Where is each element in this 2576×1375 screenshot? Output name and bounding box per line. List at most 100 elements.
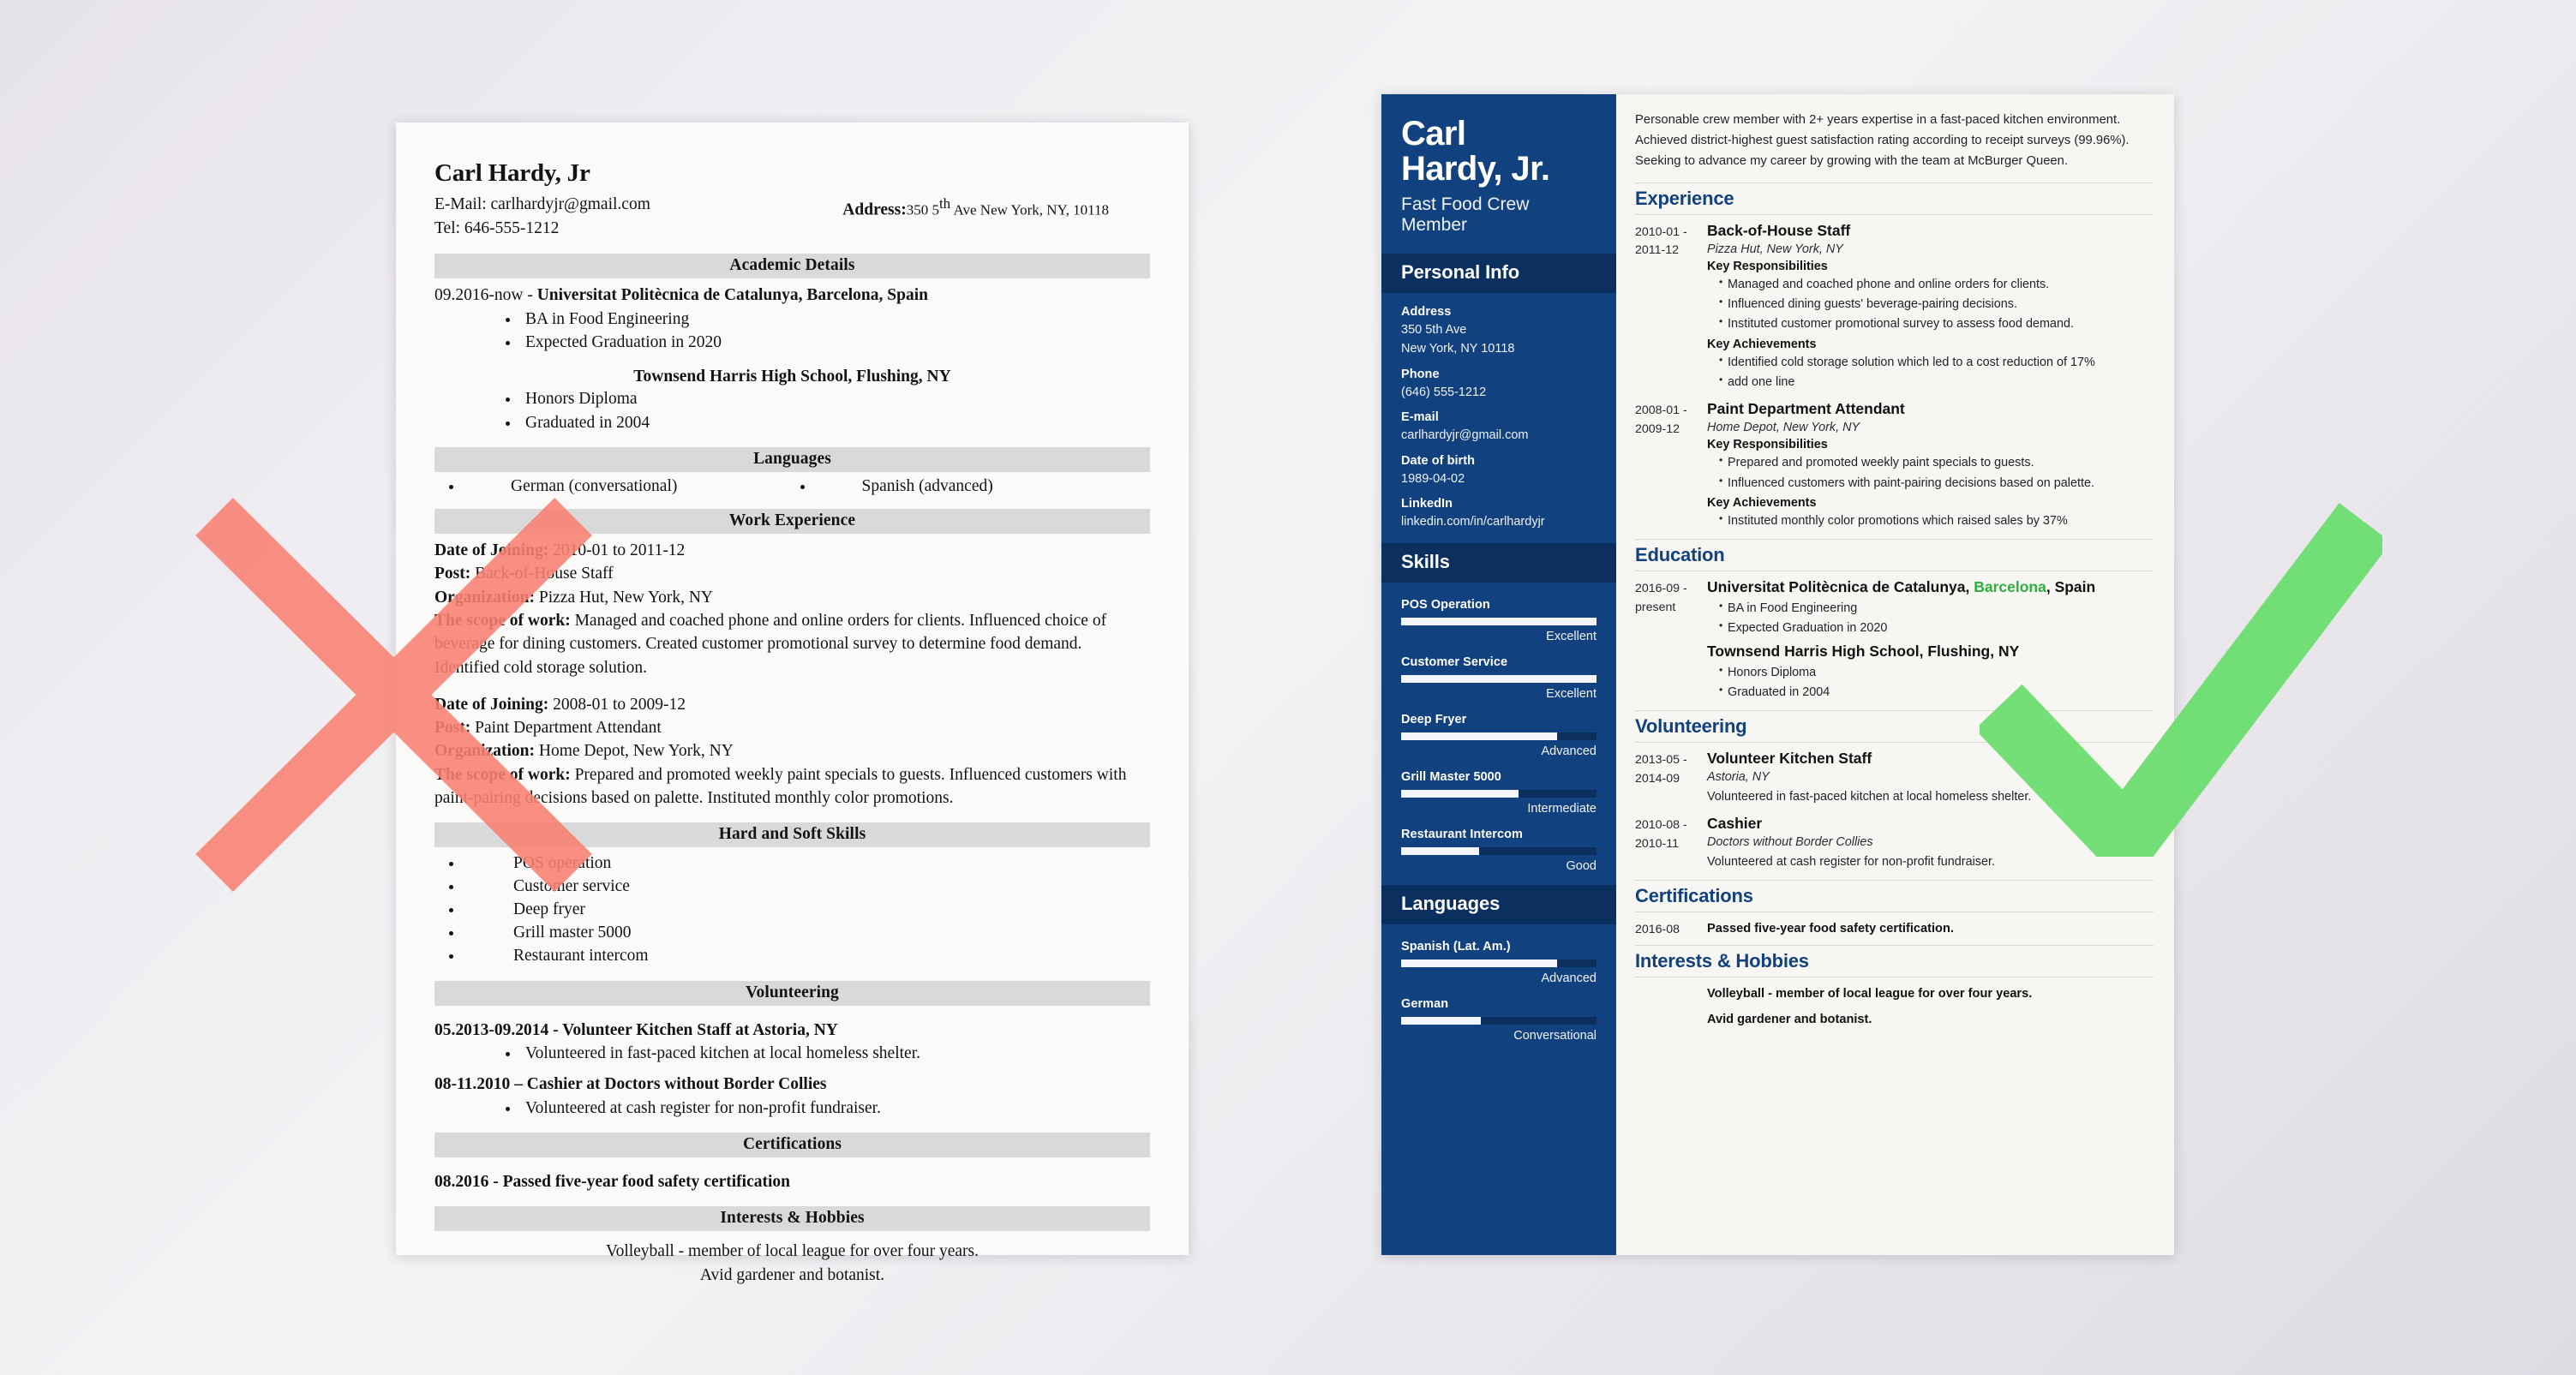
skill-item-pos-operation: POS Operation Excellent: [1401, 598, 1597, 643]
list-item: Instituted customer promotional survey t…: [1719, 314, 2154, 334]
bad-section-languages: Languages: [434, 447, 1150, 473]
date-line-1: 2010-08 -: [1635, 818, 1687, 833]
bad-academic-entry1-head: 09.2016-now - Universitat Politècnica de…: [434, 284, 1150, 307]
skill-progress-fill: [1401, 846, 1480, 855]
bad-academic-entry1-school: Universitat Politècnica de Catalunya, Ba…: [536, 285, 928, 304]
bad-work2-post-value: Paint Department Attendant: [470, 719, 662, 738]
bad-section-academic-details: Academic Details: [434, 253, 1150, 278]
bad-section-interests: Interests & Hobbies: [434, 1206, 1150, 1232]
sidebar-field-label-dob: Date of birth: [1401, 453, 1476, 468]
education-title-pre: Universitat Politècnica de Catalunya,: [1707, 578, 1974, 596]
language-progress-track: [1401, 959, 1597, 967]
bad-languages-list: German (conversational) Spanish (advance…: [434, 477, 1150, 496]
list-item: Graduated in 2004: [1719, 682, 2154, 702]
sidebar-personal-info-body: Address 350 5th Ave New York, NY 10118 P…: [1381, 293, 1616, 542]
sidebar-field-value-phone: (646) 555-1212: [1401, 385, 1487, 399]
date-line-2: 2011-12: [1635, 243, 1680, 258]
experience-entry-2: 2008-01 - 2009-12 Paint Department Atten…: [1635, 400, 2154, 531]
date-line-1: 2013-05 -: [1635, 753, 1687, 768]
date-line-2: 2010-11: [1635, 836, 1680, 851]
skill-name: POS Operation: [1401, 597, 1490, 612]
sidebar-field-value-linkedin[interactable]: linkedin.com/in/carlhardyjr: [1401, 513, 1597, 531]
education-title-1: Universitat Politècnica de Catalunya, Ba…: [1707, 578, 2154, 597]
list-item: Customer service: [464, 876, 1150, 899]
sidebar-field-label-linkedin: LinkedIn: [1401, 497, 1453, 511]
bad-section-certifications: Certifications: [434, 1132, 1150, 1157]
date-line-2: 2014-09: [1635, 771, 1680, 786]
experience-content-1: Back-of-House Staff Pizza Hut, New York,…: [1707, 222, 2154, 393]
bad-work2-date-label: Date of Joining:: [434, 695, 549, 714]
good-section-certifications: Certifications: [1635, 880, 2154, 913]
volunteering-entry-2: 2010-08 - 2010-11 Cashier Doctors withou…: [1635, 815, 2154, 872]
sidebar-heading-personal-info: Personal Info: [1381, 254, 1616, 294]
skill-progress-track: [1401, 846, 1597, 855]
interests-content: Volleyball - member of local league for …: [1707, 984, 2154, 1037]
bad-volunteering-2-head-text: 08-11.2010 – Cashier at Doctors without …: [434, 1075, 827, 1094]
bad-resume-document: Carl Hardy, Jr E-Mail: carlhardyjr@gmail…: [396, 123, 1189, 1284]
bad-academic-entry2-school: Townsend Harris High School, Flushing, N…: [633, 368, 951, 386]
list-item: BA in Food Engineering: [520, 308, 1150, 331]
bad-work2-scope-label: The scope of work:: [434, 765, 571, 784]
experience-content-2: Paint Department Attendant Home Depot, N…: [1707, 400, 2154, 531]
volunteering-org-2: Doctors without Border Collies: [1707, 835, 1873, 850]
language-item-spanish: Spanish (Lat. Am.) Advanced: [1401, 940, 1597, 985]
sidebar-languages-body: Spanish (Lat. Am.) Advanced German Conve…: [1381, 924, 1616, 1055]
education-content-2: Townsend Harris High School, Flushing, N…: [1707, 643, 2154, 703]
skill-progress-fill: [1401, 732, 1558, 740]
volunteering-note-2: Volunteered at cash register for non-pro…: [1707, 855, 1995, 870]
good-resume-role-line2: Member: [1401, 214, 1468, 235]
experience-achievements-heading-2: Key Achievements: [1707, 495, 1817, 510]
experience-achievements-heading-1: Key Achievements: [1707, 337, 1817, 351]
list-item: Deep fryer: [464, 899, 1150, 922]
bad-interests-block: Volleyball - member of local league for …: [434, 1240, 1150, 1287]
list-item: Honors Diploma: [1719, 662, 2154, 683]
sidebar-heading-skills: Skills: [1381, 542, 1616, 583]
bad-language-col-1: German (conversational): [434, 477, 800, 496]
volunteering-date-1: 2013-05 - 2014-09: [1635, 750, 1707, 807]
bad-resume-contact-left: E-Mail: carlhardyjr@gmail.com Tel: 646-5…: [434, 193, 650, 240]
experience-title-2: Paint Department Attendant: [1707, 400, 1905, 418]
good-resume-name-line1: Carl: [1401, 115, 1466, 152]
list-item: Prepared and promoted weekly paint speci…: [1719, 452, 2154, 473]
skill-name: Grill Master 5000: [1401, 769, 1501, 784]
list-item: Graduated in 2004: [520, 411, 1150, 434]
good-resume-name-block: Carl Hardy, Jr. Fast Food Crew Member: [1381, 94, 1616, 254]
experience-achievements-1: Identified cold storage solution which l…: [1707, 352, 2154, 393]
education-date-2: [1635, 643, 1707, 703]
volunteering-content-2: Cashier Doctors without Border Collies V…: [1707, 815, 2154, 872]
sidebar-skills-body: POS Operation Excellent Customer Service…: [1381, 583, 1616, 885]
education-title-highlight: Barcelona: [1974, 578, 2046, 596]
bad-resume-tel: Tel: 646-555-1212: [434, 218, 560, 237]
bad-interest-1: Volleyball - member of local league for …: [606, 1242, 979, 1261]
date-line-1: 2010-01 -: [1635, 224, 1687, 239]
experience-title-1: Back-of-House Staff: [1707, 221, 1851, 239]
bad-resume-address-value-post: Ave New York, NY, 10118: [950, 201, 1109, 218]
language-name: German: [1401, 996, 1449, 1011]
language-progress-track: [1401, 1016, 1597, 1025]
list-item: Expected Graduation in 2020: [520, 331, 1150, 354]
good-section-experience: Experience: [1635, 182, 2154, 215]
bad-volunteering-1-head: 05.2013-09.2014 - Volunteer Kitchen Staf…: [434, 1019, 1150, 1042]
interest-2: Avid gardener and botanist.: [1707, 1012, 1872, 1026]
volunteering-title-1: Volunteer Kitchen Staff: [1707, 750, 1872, 768]
interest-1: Volleyball - member of local league for …: [1707, 986, 2033, 1001]
language-progress-fill: [1401, 1016, 1482, 1025]
skill-progress-track: [1401, 674, 1597, 683]
skill-progress-fill: [1401, 674, 1597, 683]
comparison-canvas: Carl Hardy, Jr E-Mail: carlhardyjr@gmail…: [0, 0, 2576, 1375]
skill-item-grill-master-5000: Grill Master 5000 Intermediate: [1401, 770, 1597, 816]
bad-work-entry-2: Date of Joining: 2008-01 to 2009-12 Post…: [434, 693, 1150, 810]
skill-progress-track: [1401, 789, 1597, 798]
good-resume-main-column: Personable crew member with 2+ years exp…: [1616, 94, 2174, 1255]
list-item: Grill master 5000: [464, 922, 1150, 945]
language-level: Conversational: [1513, 1028, 1597, 1043]
skill-progress-fill: [1401, 789, 1519, 798]
education-entry-2: Townsend Harris High School, Flushing, N…: [1635, 643, 2154, 703]
bad-volunteering-2-bullets: Volunteered at cash register for non-pro…: [434, 1097, 1150, 1120]
experience-responsibilities-1: Managed and coached phone and online ord…: [1707, 274, 2154, 335]
list-item: Restaurant intercom: [464, 945, 1150, 968]
bad-work2-org-value: Home Depot, New York, NY: [535, 742, 734, 761]
skill-level: Intermediate: [1527, 801, 1597, 816]
skill-item-customer-service: Customer Service Excellent: [1401, 655, 1597, 701]
language-progress-fill: [1401, 959, 1558, 967]
